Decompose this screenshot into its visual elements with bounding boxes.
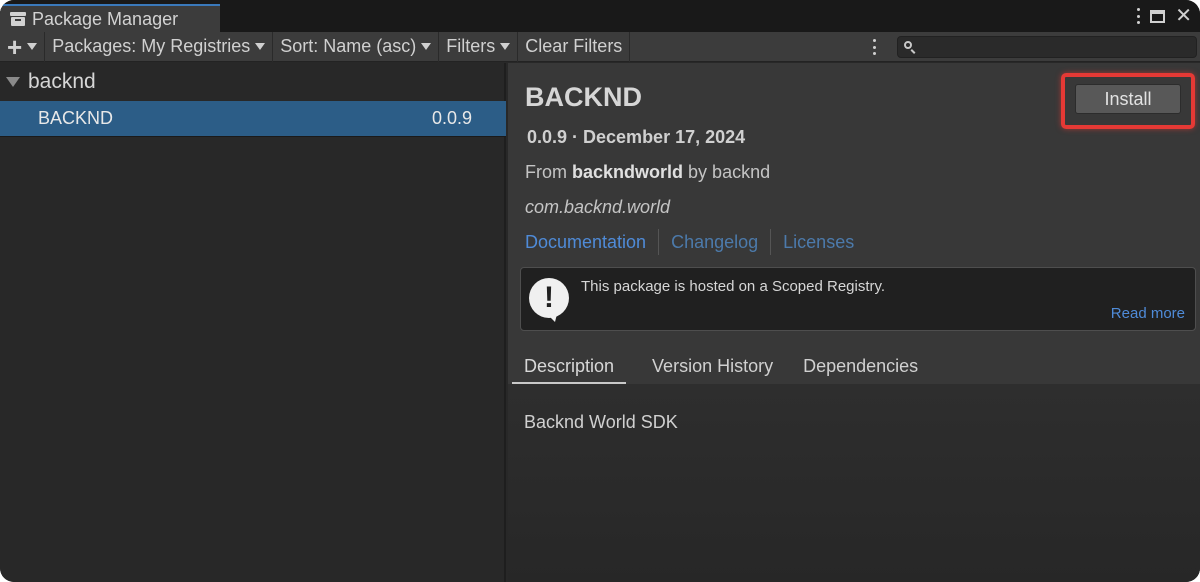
window-tab[interactable]: Package Manager <box>0 4 220 32</box>
author: by backnd <box>688 162 771 182</box>
search-input[interactable] <box>918 38 1193 56</box>
maximize-icon[interactable] <box>1150 9 1166 23</box>
detail-tabs: Description Version History Dependencies <box>512 348 930 384</box>
package-list: backnd BACKND 0.0.9 <box>0 63 506 582</box>
package-icon <box>10 12 26 26</box>
window-menu-icon[interactable] <box>1136 8 1140 24</box>
read-more-link[interactable]: Read more <box>1111 305 1185 322</box>
description-text: Backnd World SDK <box>524 412 678 432</box>
search-icon <box>904 41 912 49</box>
window-tab-title: Package Manager <box>32 8 179 29</box>
package-name: BACKND <box>38 108 114 128</box>
from-prefix: From <box>525 162 567 182</box>
sort-label: Sort: Name (asc) <box>280 36 417 56</box>
sort-dropdown[interactable]: Sort: Name (asc) <box>273 31 440 62</box>
package-id: com.backnd.world <box>525 197 671 217</box>
search-field[interactable] <box>897 36 1197 58</box>
package-details: BACKND 0.0.9 · December 17, 2024 From ba… <box>508 63 1200 582</box>
registry-name: backndworld <box>572 162 684 182</box>
tab-dependencies[interactable]: Dependencies <box>791 350 930 384</box>
packages-filter-label: Packages: My Registries <box>52 36 251 56</box>
chevron-down-icon <box>27 43 38 50</box>
package-links: Documentation Changelog Licenses <box>525 228 866 256</box>
plus-icon: + <box>7 31 23 62</box>
clear-filters-label: Clear Filters <box>525 36 623 56</box>
package-version: 0.0.9 <box>431 108 472 128</box>
warning-icon: ! <box>529 278 569 322</box>
package-title: BACKND <box>525 82 642 112</box>
scoped-registry-notice: ! This package is hosted on a Scoped Reg… <box>520 267 1196 331</box>
description-panel: Backnd World SDK <box>508 384 1200 582</box>
notice-text: This package is hosted on a Scoped Regis… <box>581 278 886 295</box>
expand-triangle-icon[interactable] <box>6 77 20 87</box>
changelog-link[interactable]: Changelog <box>671 232 770 253</box>
documentation-link[interactable]: Documentation <box>525 232 658 253</box>
chevron-down-icon <box>255 43 266 50</box>
filters-dropdown[interactable]: Filters <box>439 31 519 62</box>
tab-version-history[interactable]: Version History <box>640 350 785 384</box>
add-package-button[interactable]: + <box>0 31 46 62</box>
version-date: 0.0.9 · December 17, 2024 <box>527 127 746 147</box>
tab-description[interactable]: Description <box>512 350 627 384</box>
window-controls: ✕ <box>1136 4 1192 28</box>
filters-label: Filters <box>446 36 496 56</box>
group-header[interactable]: backnd <box>0 63 506 101</box>
licenses-link[interactable]: Licenses <box>783 232 866 253</box>
clear-filters-button[interactable]: Clear Filters <box>518 31 631 62</box>
install-button[interactable]: Install <box>1075 84 1181 114</box>
toolbar-menu-icon[interactable] <box>872 39 876 55</box>
list-item[interactable]: BACKND 0.0.9 <box>0 101 506 137</box>
link-divider <box>770 229 772 255</box>
title-bar: Package Manager ✕ <box>0 0 1200 32</box>
packages-filter-dropdown[interactable]: Packages: My Registries <box>45 31 274 62</box>
close-icon[interactable]: ✕ <box>1175 6 1192 26</box>
group-name: backnd <box>28 70 96 93</box>
chevron-down-icon <box>500 43 511 50</box>
registry-info: From backndworld by backnd <box>525 162 770 183</box>
link-divider <box>658 229 660 255</box>
package-manager-window: Package Manager ✕ + Packages: My Registr… <box>0 0 1200 582</box>
chevron-down-icon <box>421 43 432 50</box>
